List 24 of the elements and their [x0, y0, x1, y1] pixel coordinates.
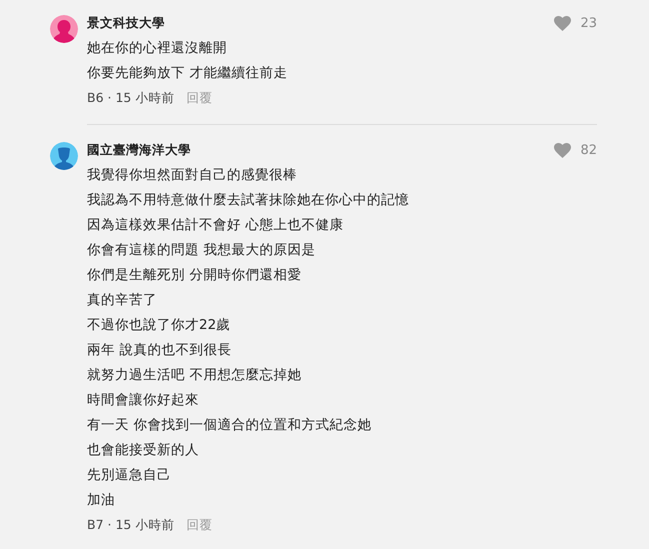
like-count: 82: [580, 143, 597, 158]
like-count: 23: [580, 16, 597, 30]
author-name[interactable]: 景文科技大學: [87, 14, 554, 32]
comment-text: 我覺得你坦然面對自己的感覺很棒: [87, 166, 297, 185]
comment-text: 你會有這樣的問題 我想最大的原因是: [87, 241, 316, 260]
floor-time: B6 · 15 小時前: [87, 90, 174, 106]
comment-text: 就努力過生活吧 不用想怎麼忘掉她: [87, 366, 302, 385]
comment-text: 時間會讓你好起來: [87, 391, 199, 410]
heart-icon[interactable]: [554, 143, 572, 158]
comment-text: 你要先能夠放下 才能繼續往前走: [87, 64, 288, 82]
comment-text: 她在你的心裡還沒離開: [87, 38, 227, 58]
comment-text: 加油: [87, 491, 115, 510]
floor-time: B7 · 15 小時前: [87, 517, 174, 534]
comment-text: 不過你也說了你才22歲: [87, 316, 230, 335]
comment-text: 你們是生離死別 分開時你們還相愛: [87, 266, 302, 285]
comment-text: 我認為不用特意做什麼去試著抹除她在你心中的記憶: [87, 191, 409, 210]
comment-text: 因為這樣效果估計不會好 心態上也不健康: [87, 216, 344, 235]
comment-text: 真的辛苦了: [87, 291, 157, 310]
comment-text: 也會能接受新的人: [87, 441, 199, 460]
comment-text: 有一天 你會找到一個適合的位置和方式紀念她: [87, 416, 372, 435]
comment-text: 兩年 說真的也不到很長: [87, 341, 232, 360]
comment-text: 先別逼急自己: [87, 466, 171, 485]
author-name[interactable]: 國立臺灣海洋大學: [87, 142, 554, 159]
heart-icon[interactable]: [554, 16, 572, 30]
